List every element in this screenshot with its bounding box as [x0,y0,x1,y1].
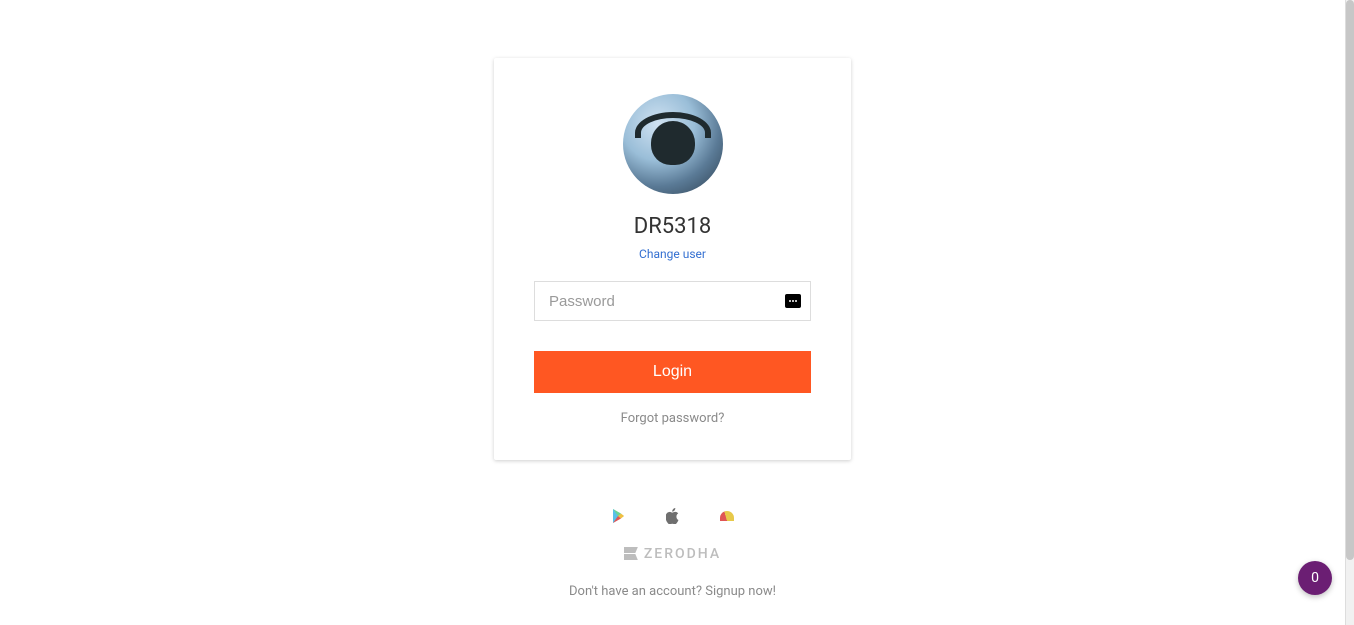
scrollbar-thumb[interactable] [1346,0,1354,560]
login-button[interactable]: Login [534,351,811,393]
login-card: DR5318 Change user Login Forgot password… [494,58,851,460]
change-user-link[interactable]: Change user [639,247,706,261]
password-field-wrapper [534,281,811,321]
user-avatar [623,94,723,194]
fab-badge-count: 0 [1311,570,1319,586]
forgot-password-link[interactable]: Forgot password? [621,411,725,426]
username-display: DR5318 [634,214,711,239]
signup-prompt-text: Don't have an account? [569,584,705,599]
app-store-icons [612,508,734,524]
brand-name: ZERODHA [644,546,721,562]
brand-logo: ZERODHA [624,546,721,562]
apple-icon[interactable] [666,508,680,524]
signup-prompt-line: Don't have an account? Signup now! [569,584,776,599]
google-play-icon[interactable] [612,508,626,524]
rainbow-icon[interactable] [720,511,734,521]
brand-mark-icon [624,547,638,561]
signup-link[interactable]: Signup now! [705,584,776,599]
password-input[interactable] [534,281,811,321]
footer-area: ZERODHA Don't have an account? Signup no… [569,508,776,599]
floating-badge-button[interactable]: 0 [1298,561,1332,595]
password-manager-icon[interactable] [785,294,801,308]
login-page: DR5318 Change user Login Forgot password… [0,0,1346,625]
